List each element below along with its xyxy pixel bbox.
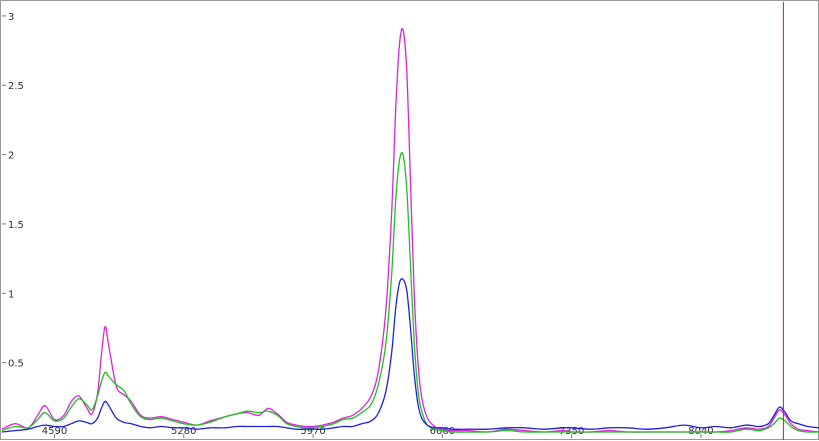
- chart-frame: 4590 5280 5970 6660 7350 8040 0.5 1 1.5 2 2.5 3: [0, 0, 819, 440]
- y-tick-label: 1: [8, 289, 14, 300]
- y-tick-label: 1.5: [8, 220, 24, 231]
- series-line-1: [1, 27, 819, 433]
- y-axis-ticks: 0.5 1 1.5 2 2.5 3: [2, 12, 24, 370]
- series-line-3: [1, 278, 819, 433]
- y-tick-label: 2.5: [8, 81, 24, 92]
- y-tick-label: 0.5: [8, 359, 24, 370]
- series-layer: [1, 27, 819, 433]
- x-tick-label: 4590: [42, 426, 67, 437]
- y-tick-label: 3: [8, 12, 14, 23]
- y-tick-label: 2: [8, 151, 14, 162]
- line-chart: 4590 5280 5970 6660 7350 8040 0.511.522.53: [1, 2, 819, 440]
